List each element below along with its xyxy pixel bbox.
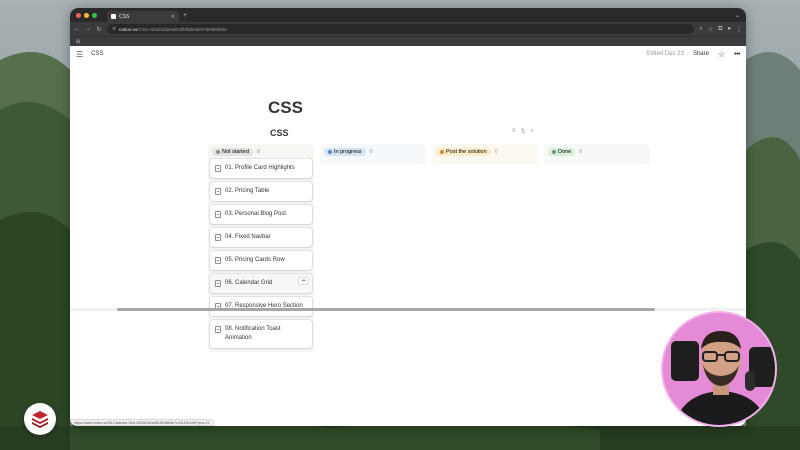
url-input[interactable]: ⚙ notion.so/CSS-2d34b2d2a4813f0d6b66bf74… [107,24,695,34]
column-count: 0 [579,148,583,155]
board-column: Post the solution 0 [432,144,538,164]
close-tab-icon[interactable]: ✕ [171,14,175,20]
board-card[interactable]: 06. Calendar Grid ••• [210,274,312,293]
board-card[interactable]: 04. Fixed Navbar [210,228,312,247]
card-title: 08. Notification Toast Animation [225,326,281,341]
database-toolbar: ≡ ⇅ ⌕ [512,128,534,135]
url-host: notion.so [119,26,138,32]
document-icon [215,187,221,195]
search-icon[interactable]: ⌕ [531,128,534,135]
column-count: 8 [256,148,260,155]
new-tab-icon[interactable]: + [183,12,187,19]
kanban-board: Not started 8 01. Profile Card Highlights 0… [208,144,650,352]
card-title: 03. Personal Blog Post [225,211,287,217]
minimize-window-button[interactable] [84,12,89,18]
status-dot-icon [440,149,444,154]
url-path: /CSS-2d34b2d2a4813f0d6b66bf7482869bbe [137,26,227,32]
share-button[interactable]: Share [693,51,709,57]
forward-arrow-icon[interactable]: → [85,26,91,32]
tab-bar: CSS ✕ + ⌄ [70,8,746,22]
column-header[interactable]: Post the solution 0 [434,146,536,157]
document-icon [215,256,221,264]
column-count: 0 [369,148,373,155]
status-dot-icon [552,149,556,154]
bookmarks-bar: ⊞ [70,36,746,46]
document-icon [215,325,221,333]
column-count: 0 [494,148,498,155]
page-title[interactable]: CSS [268,98,303,118]
document-icon [215,233,221,241]
webcam-overlay [661,311,777,427]
breadcrumb[interactable]: CSS [91,51,103,57]
document-icon [215,279,221,287]
presenter-avatar [663,313,775,425]
address-bar-row: ← → ↻ ⚙ notion.so/CSS-2d34b2d2a4813f0d6b… [70,22,746,36]
status-bar-url: https://www.notion.so/06-Calendar-Grid-2… [70,419,214,426]
board-card[interactable]: 08. Notification Toast Animation [210,320,312,348]
notion-page: ☰ CSS Edited Dec 23 Share ☆ ••• CSS CSS … [70,46,746,426]
status-dot-icon [216,149,220,154]
board-column: In progress 0 [320,144,426,164]
board-card[interactable]: 07. Responsive Hero Section [210,297,312,316]
status-label: Done [558,148,572,155]
star-icon[interactable]: ☆ [718,50,725,59]
sort-icon[interactable]: ⇅ [521,128,526,135]
column-header[interactable]: Not started 8 [210,146,312,157]
column-header[interactable]: Done 0 [546,146,648,157]
status-pill[interactable]: In progress [324,147,366,156]
card-title: 05. Pricing Cards Row [225,257,285,263]
browser-tab[interactable]: CSS ✕ [107,11,179,22]
window-controls [76,12,97,18]
card-title: 06. Calendar Grid [225,280,273,286]
site-info-icon[interactable]: ⚙ [112,26,116,32]
board-column: Done 0 [544,144,650,164]
apps-grid-icon[interactable]: ⊞ [76,39,80,45]
extensions-icon[interactable]: ⧉ [718,26,722,33]
status-pill[interactable]: Post the solution [436,147,491,156]
notion-topbar: ☰ CSS Edited Dec 23 Share ☆ ••• [70,46,746,62]
document-icon [215,210,221,218]
board-card[interactable]: 05. Pricing Cards Row [210,251,312,270]
filter-icon[interactable]: ≡ [512,128,516,135]
hamburger-icon[interactable]: ☰ [76,50,83,59]
close-window-button[interactable] [76,12,81,18]
status-pill[interactable]: Not started [212,147,253,156]
more-icon[interactable]: ••• [734,51,740,58]
card-more-icon[interactable]: ••• [298,277,309,285]
document-icon [215,164,221,172]
profile-icon[interactable]: ● [727,26,731,32]
layers-logo-icon [32,411,48,428]
zoom-icon[interactable]: ⌕ [699,26,702,33]
database-title[interactable]: CSS [270,128,289,138]
browser-window: CSS ✕ + ⌄ ← → ↻ ⚙ notion.so/CSS-2d34b2d2… [70,8,746,426]
browser-menu-icon[interactable]: ⋮ [736,26,742,33]
maximize-window-button[interactable] [92,12,97,18]
edited-timestamp: Edited Dec 23 [646,51,684,57]
status-label: Post the solution [446,148,487,155]
tab-search-chevron-icon[interactable]: ⌄ [735,12,740,19]
channel-logo [24,403,56,435]
bookmark-star-icon[interactable]: ☆ [708,26,713,33]
column-header[interactable]: In progress 0 [322,146,424,157]
board-card[interactable]: 01. Profile Card Highlights [210,159,312,178]
status-label: Not started [222,148,249,155]
card-title: 01. Profile Card Highlights [225,165,295,171]
board-card[interactable]: 03. Personal Blog Post [210,205,312,224]
notion-favicon-icon [111,14,116,19]
card-title: 04. Fixed Navbar [225,234,271,240]
board-column: Not started 8 01. Profile Card Highlights 0… [208,144,314,352]
scrollbar-thumb[interactable] [117,308,655,311]
tab-title: CSS [119,13,130,20]
board-card[interactable]: 02. Pricing Table [210,182,312,201]
status-label: In progress [334,148,362,155]
card-list: 01. Profile Card Highlights 02. Pricing T… [210,159,312,348]
card-title: 02. Pricing Table [225,188,270,194]
status-pill[interactable]: Done [548,147,576,156]
back-arrow-icon[interactable]: ← [74,26,80,32]
reload-icon[interactable]: ↻ [96,26,102,33]
status-dot-icon [328,149,332,154]
horizontal-scrollbar[interactable] [70,308,746,311]
